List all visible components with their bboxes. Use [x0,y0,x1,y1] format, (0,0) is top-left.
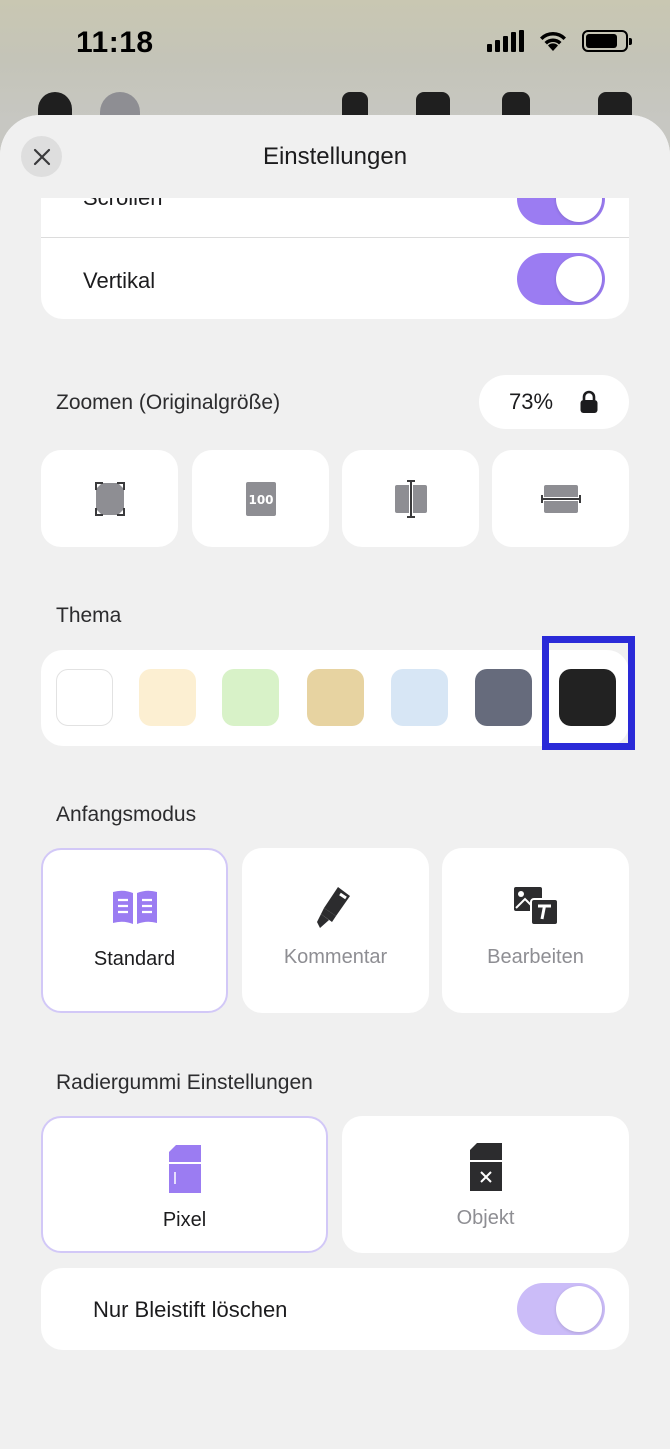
mode-comment-button[interactable]: Kommentar [242,848,429,1013]
edit-image-text-icon [513,887,559,926]
status-time: 11:18 [76,26,154,59]
status-bar: 11:18 [0,0,670,90]
battery-icon [582,30,632,52]
theme-swatch-6[interactable] [475,669,532,726]
theme-swatch-5[interactable] [391,669,448,726]
svg-text:100: 100 [248,493,273,507]
settings-sheet: Einstellungen Scrollen Vertikal Zoomen (… [0,115,670,1449]
cellular-signal-icon [487,30,524,52]
eraser-object-button[interactable]: Objekt [342,1116,629,1253]
mode-edit-button[interactable]: Bearbeiten [442,848,629,1013]
eraser-object-label: Objekt [456,1207,515,1229]
vertical-toggle[interactable] [517,253,605,305]
zoom-label: Zoomen (Originalgröße) [56,391,281,414]
status-icons [487,30,632,52]
sheet-header: Einstellungen [0,115,670,198]
wifi-icon [540,31,566,51]
theme-swatch-2[interactable] [139,669,196,726]
zoom-lock-button[interactable]: 73% [479,375,629,429]
theme-swatch-3[interactable] [222,669,279,726]
zoom-fit-page-button[interactable] [41,450,178,547]
fit-height-icon [540,484,581,513]
lock-icon [580,390,598,413]
mode-standard-button[interactable]: Standard [41,848,228,1013]
fit-width-icon [394,479,427,518]
actual-size-icon: 100 [245,481,276,516]
start-mode-label: Anfangsmodus [56,803,197,826]
pencil-only-toggle[interactable] [517,1283,605,1335]
theme-swatch-1[interactable] [56,669,113,726]
highlighter-icon [316,887,350,928]
mode-comment-label: Kommentar [283,946,388,968]
pixel-eraser-icon [168,1145,201,1193]
eraser-pixel-label: Pixel [162,1209,207,1231]
book-icon [112,890,157,924]
vertical-label: Vertikal [83,268,156,293]
theme-label: Thema [56,604,122,627]
selected-theme-highlight [542,636,635,750]
pencil-only-row: Nur Bleistift löschen [41,1268,629,1350]
object-eraser-icon [469,1143,502,1191]
divider [41,237,629,238]
fit-page-icon [94,481,125,516]
zoom-fit-width-button[interactable] [342,450,479,547]
eraser-settings-label: Radiergummi Einstellungen [56,1071,313,1094]
zoom-fit-height-button[interactable] [492,450,629,547]
page-title: Einstellungen [262,143,408,170]
mode-standard-label: Standard [93,948,176,970]
zoom-value: 73% [508,389,554,414]
theme-swatch-4[interactable] [307,669,364,726]
zoom-actual-size-button[interactable]: 100 [192,450,329,547]
eraser-pixel-button[interactable]: Pixel [41,1116,328,1253]
pencil-only-label: Nur Bleistift löschen [93,1297,288,1322]
mode-edit-label: Bearbeiten [487,946,584,968]
